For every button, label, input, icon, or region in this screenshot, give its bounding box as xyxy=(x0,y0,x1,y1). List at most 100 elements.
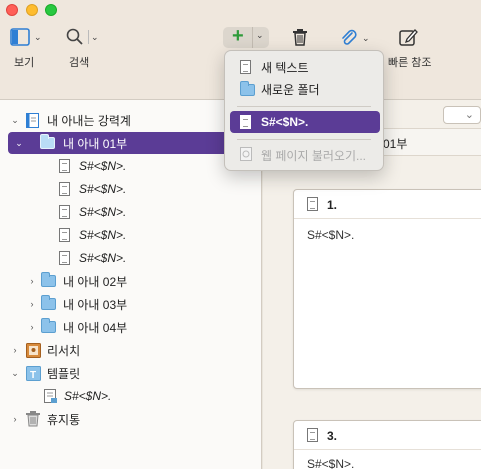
menu-item-label: 새로운 폴더 xyxy=(261,82,320,97)
card-synopsis: S#<$N>. xyxy=(307,457,355,469)
quick-reference-button[interactable] xyxy=(399,28,418,46)
trash-icon xyxy=(293,29,307,46)
binder-item-scene[interactable]: S#<$N>. xyxy=(0,247,262,269)
binder-item-scene[interactable]: S#<$N>. xyxy=(0,155,262,177)
card-divider xyxy=(294,449,481,450)
chevron-down-icon: ⌄ xyxy=(464,109,474,121)
folder-icon xyxy=(40,134,55,151)
search-button[interactable]: ⌄ xyxy=(66,28,99,46)
document-icon xyxy=(59,228,73,242)
view-layout-icon xyxy=(10,28,30,46)
binder-item-label: 내 아내는 강력계 xyxy=(47,113,131,128)
index-card[interactable]: 1. S#<$N>. xyxy=(293,189,481,389)
document-icon xyxy=(240,60,251,74)
web-page-icon xyxy=(240,146,253,164)
document-icon xyxy=(240,115,251,129)
folder-icon xyxy=(41,295,56,312)
add-menu: 새 텍스트 새로운 폴더 S#<$N>. 웹 페이지 불러오기... xyxy=(224,50,384,171)
binder-item-scene[interactable]: S#<$N>. xyxy=(0,178,262,200)
document-icon xyxy=(307,197,318,211)
binder-item-label: S#<$N>. xyxy=(79,159,127,173)
disclosure-closed-icon[interactable]: › xyxy=(10,345,20,355)
divider xyxy=(252,27,253,48)
divider xyxy=(88,30,89,44)
binder-item-trash[interactable]: › 휴지통 xyxy=(0,408,262,430)
disclosure-open-icon[interactable]: ⌄ xyxy=(10,115,20,126)
window-close-button[interactable] xyxy=(6,4,18,16)
folder-icon xyxy=(240,81,255,96)
binder-item-scene[interactable]: S#<$N>. xyxy=(0,201,262,223)
document-icon xyxy=(59,159,73,173)
search-icon xyxy=(66,28,83,45)
disclosure-closed-icon[interactable]: › xyxy=(27,322,37,332)
disclosure-closed-icon[interactable]: › xyxy=(27,276,37,286)
disclosure-closed-icon[interactable]: › xyxy=(27,299,37,309)
binder-item-templates[interactable]: ⌄ T 템플릿 xyxy=(0,362,262,384)
document-icon xyxy=(59,251,73,265)
editor-header-title: 01부 xyxy=(383,137,408,151)
binder-sidebar: ⌄ 내 아내는 강력계 ⌄ 내 아내 01부 S#<$N>. S#<$N>. S… xyxy=(0,100,262,469)
window-minimize-button[interactable] xyxy=(26,4,38,16)
attachment-button[interactable]: ⌄ xyxy=(340,29,370,47)
add-button[interactable]: + ⌄ xyxy=(223,25,269,48)
menu-separator xyxy=(237,139,371,140)
binder-item-research[interactable]: › 리서치 xyxy=(0,339,262,361)
binder-item-part2[interactable]: › 내 아내 02부 xyxy=(0,270,262,292)
disclosure-open-icon[interactable]: ⌄ xyxy=(14,138,24,149)
binder-item-label: S#<$N>. xyxy=(79,205,127,219)
disclosure-closed-icon[interactable]: › xyxy=(10,414,20,424)
document-icon xyxy=(59,205,73,219)
window-zoom-button[interactable] xyxy=(45,4,57,16)
binder-item-label: 내 아내 01부 xyxy=(63,136,128,151)
view-label: 보기 xyxy=(14,57,35,69)
menu-item-new-folder[interactable]: 새로운 폴더 xyxy=(230,78,380,100)
binder-item-template-doc[interactable]: S#<$N>. xyxy=(0,385,262,407)
chevron-down-icon: ⌄ xyxy=(34,31,42,42)
card-divider xyxy=(294,218,481,219)
document-icon xyxy=(307,428,318,442)
chevron-down-icon: ⌄ xyxy=(256,30,264,40)
binder-item-label: 내 아내 04부 xyxy=(63,320,128,335)
document-icon xyxy=(59,182,73,196)
template-folder-icon: T xyxy=(26,366,41,381)
disclosure-open-icon[interactable]: ⌄ xyxy=(10,368,20,379)
search-label: 검색 xyxy=(69,57,90,69)
card-title: 3. xyxy=(327,429,338,443)
binder-item-label: 리서치 xyxy=(47,343,81,358)
binder-item-label: 내 아내 02부 xyxy=(63,274,128,289)
binder-item-label: S#<$N>. xyxy=(79,251,127,265)
menu-item-template[interactable]: S#<$N>. xyxy=(230,111,380,133)
card-synopsis: S#<$N>. xyxy=(307,228,355,242)
menu-item-label: 새 텍스트 xyxy=(261,60,309,75)
menu-item-new-text[interactable]: 새 텍스트 xyxy=(230,56,380,78)
svg-text:T: T xyxy=(30,370,36,381)
chevron-down-icon: ⌄ xyxy=(362,32,370,43)
research-folder-icon xyxy=(26,343,41,358)
menu-item-web-import: 웹 페이지 불러오기... xyxy=(230,144,380,166)
binder-item-label: 휴지통 xyxy=(47,412,81,427)
binder-item-part1[interactable]: ⌄ 내 아내 01부 xyxy=(8,132,258,154)
binder-item-label: S#<$N>. xyxy=(79,228,127,242)
template-document-icon xyxy=(44,389,58,403)
card-title: 1. xyxy=(327,198,338,212)
view-mode-select[interactable]: ⌄ xyxy=(443,106,481,124)
binder-item-part3[interactable]: › 내 아내 03부 xyxy=(0,293,262,315)
menu-item-label: S#<$N>. xyxy=(261,115,309,129)
chevron-down-icon: ⌄ xyxy=(91,31,99,42)
binder-item-part4[interactable]: › 내 아내 04부 xyxy=(0,316,262,338)
menu-item-label: 웹 페이지 불러오기... xyxy=(261,148,366,163)
binder-item-root[interactable]: ⌄ 내 아내는 강력계 xyxy=(0,109,262,131)
menu-separator xyxy=(237,106,371,107)
binder-item-label: 템플릿 xyxy=(47,366,81,381)
folder-icon xyxy=(41,272,56,289)
quick-reference-label: 빠른 참조 xyxy=(388,57,432,69)
folder-icon xyxy=(41,318,56,335)
delete-button[interactable] xyxy=(292,29,308,46)
view-button[interactable]: ⌄ xyxy=(10,28,42,46)
trash-icon xyxy=(26,411,40,427)
binder-item-label: S#<$N>. xyxy=(79,182,127,196)
binder-item-scene[interactable]: S#<$N>. xyxy=(0,224,262,246)
index-card[interactable]: 3. S#<$N>. xyxy=(293,420,481,469)
draft-document-icon xyxy=(26,113,40,128)
plus-icon: + xyxy=(232,25,244,47)
